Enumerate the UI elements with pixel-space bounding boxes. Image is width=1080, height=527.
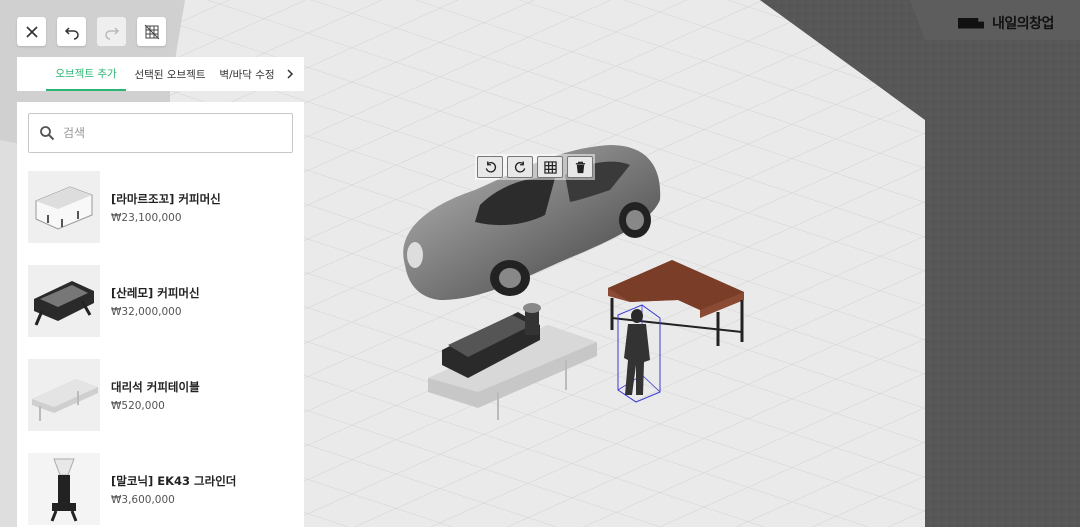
espresso-machine-black-icon [28,265,100,337]
espresso-machine-white-icon [28,171,100,243]
item-name: 대리석 커피테이블 [111,379,200,394]
item-price: ₩23,100,000 [111,211,182,224]
grid-off-icon [144,24,159,39]
rotate-right-icon [514,160,525,172]
logo-text: 내일의창업 [992,16,1054,32]
tab-wall-floor-edit[interactable]: 벽/바닥 수정 [214,57,280,91]
object-catalog-panel: [라마르조꼬] 커피머신 ₩23,100,000 [산레모] 커피머신 ₩32,00… [17,102,304,527]
catalog-item[interactable]: [말코닉] EK43 그라인더 ₩3,600,000 [28,453,293,525]
redo-button[interactable] [97,17,126,46]
logo-mark-icon [958,17,984,29]
catalog-item[interactable]: [라마르조꼬] 커피머신 ₩23,100,000 [28,171,293,243]
marble-table-icon [28,359,100,431]
rotate-left-icon [485,160,496,172]
close-button[interactable] [17,17,46,46]
rotate-left-button[interactable] [477,156,503,178]
item-thumbnail [28,453,100,525]
object-toolbar [475,154,595,180]
item-price: ₩32,000,000 [111,305,182,318]
item-name: [말코닉] EK43 그라인더 [111,473,237,488]
catalog-item[interactable]: [산레모] 커피머신 ₩32,000,000 [28,265,293,337]
grid-snap-button[interactable] [537,156,563,178]
close-icon [25,25,38,38]
trash-icon [575,161,585,173]
search-icon [40,126,55,141]
grid-toggle-button[interactable] [137,17,166,46]
tab-scroll-right-button[interactable] [280,57,300,91]
panel-tabs: 오브젝트 추가 선택된 오브젝트 벽/바닥 수정 [17,57,304,91]
catalog-item[interactable]: 대리석 커피테이블 ₩520,000 [28,359,293,431]
chevron-right-icon [287,69,294,79]
item-name: [산레모] 커피머신 [111,285,200,300]
coffee-grinder-icon [28,453,100,525]
top-toolbar [17,17,166,46]
item-price: ₩3,600,000 [111,493,175,506]
tab-selected-object[interactable]: 선택된 오브젝트 [126,57,214,91]
item-thumbnail [28,171,100,243]
undo-button[interactable] [57,17,86,46]
redo-icon [104,26,119,40]
undo-icon [64,26,79,40]
item-thumbnail [28,359,100,431]
brand-logo[interactable]: 내일의창업 [958,13,1054,33]
tab-add-object[interactable]: 오브젝트 추가 [46,57,126,91]
grid-icon [543,160,557,174]
rotate-right-button[interactable] [507,156,533,178]
item-price: ₩520,000 [111,399,165,412]
search-input[interactable] [61,125,265,141]
item-name: [라마르조꼬] 커피머신 [111,191,221,206]
search-box [28,113,293,153]
item-thumbnail [28,265,100,337]
delete-button[interactable] [567,156,593,178]
